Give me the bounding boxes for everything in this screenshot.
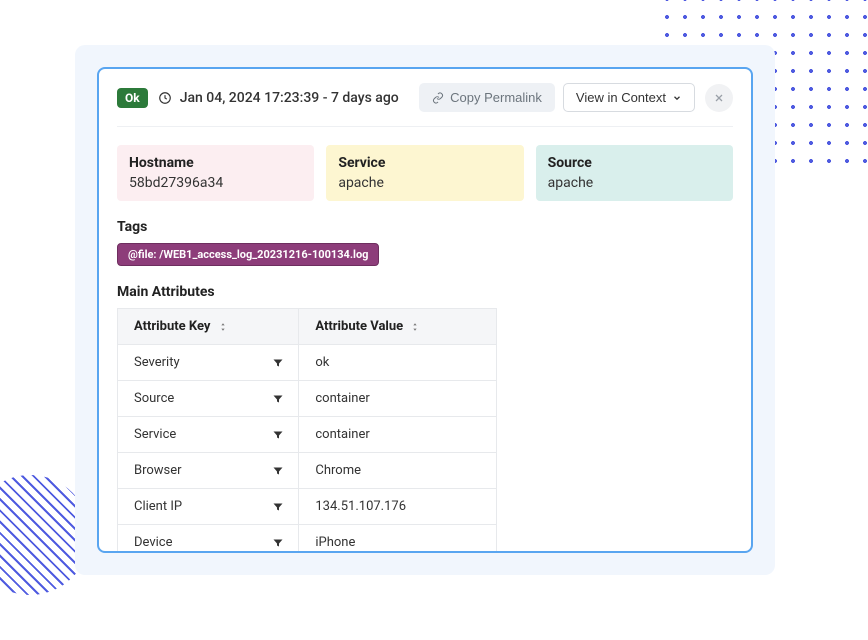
- attr-value: Chrome: [315, 463, 361, 478]
- filter-icon[interactable]: [272, 537, 284, 549]
- status-badge: Ok: [117, 88, 148, 108]
- col-value-label: Attribute Value: [315, 319, 403, 334]
- source-value: apache: [548, 175, 721, 191]
- hostname-label: Hostname: [129, 155, 302, 171]
- link-icon: [432, 92, 444, 104]
- source-card: Source apache: [536, 145, 733, 201]
- close-button[interactable]: [705, 84, 733, 112]
- copy-permalink-button[interactable]: Copy Permalink: [419, 83, 555, 112]
- filter-icon[interactable]: [272, 429, 284, 441]
- attr-value: ok: [315, 355, 329, 370]
- table-row: Client IP 134.51.107.176: [118, 489, 497, 525]
- view-in-context-button[interactable]: View in Context: [563, 83, 695, 112]
- tags-title: Tags: [117, 219, 733, 235]
- view-in-context-label: View in Context: [576, 90, 666, 105]
- attr-key: Client IP: [134, 499, 182, 514]
- table-row: Source container: [118, 381, 497, 417]
- clock-icon: [158, 91, 172, 105]
- attr-key-cell: Client IP: [118, 489, 299, 525]
- table-header-row: Attribute Key Attribute Value: [118, 309, 497, 345]
- sort-icon: [410, 321, 420, 333]
- attr-value-cell: container: [299, 417, 497, 453]
- attr-value: container: [315, 427, 369, 442]
- attr-value-cell: ok: [299, 345, 497, 381]
- attr-key-cell: Source: [118, 381, 299, 417]
- timestamp-text: Jan 04, 2024 17:23:39 - 7 days ago: [180, 90, 411, 106]
- attr-value-cell: iPhone: [299, 525, 497, 554]
- attr-key: Browser: [134, 463, 182, 478]
- service-card: Service apache: [326, 145, 523, 201]
- attr-value: iPhone: [315, 535, 355, 550]
- attr-key: Severity: [134, 355, 180, 370]
- hostname-card: Hostname 58bd27396a34: [117, 145, 314, 201]
- attr-value: 134.51.107.176: [315, 499, 406, 514]
- service-label: Service: [338, 155, 511, 171]
- col-attribute-key[interactable]: Attribute Key: [118, 309, 299, 345]
- attr-value-cell: Chrome: [299, 453, 497, 489]
- attr-key-cell: Browser: [118, 453, 299, 489]
- table-row: Service container: [118, 417, 497, 453]
- chevron-down-icon: [672, 93, 682, 103]
- attr-key: Device: [134, 535, 173, 550]
- table-row: Severity ok: [118, 345, 497, 381]
- attr-value: container: [315, 391, 369, 406]
- main-attributes-title: Main Attributes: [117, 284, 733, 300]
- filter-icon[interactable]: [272, 465, 284, 477]
- log-detail-card: Ok Jan 04, 2024 17:23:39 - 7 days ago Co…: [97, 67, 753, 553]
- attr-key: Source: [134, 391, 174, 406]
- table-row: Device iPhone: [118, 525, 497, 554]
- attr-key-cell: Device: [118, 525, 299, 554]
- attr-key-cell: Severity: [118, 345, 299, 381]
- table-row: Browser Chrome: [118, 453, 497, 489]
- card-header: Ok Jan 04, 2024 17:23:39 - 7 days ago Co…: [117, 83, 733, 127]
- attr-key-cell: Service: [118, 417, 299, 453]
- tag-pill-file[interactable]: @file: /WEB1_access_log_20231216-100134.…: [117, 243, 379, 266]
- source-label: Source: [548, 155, 721, 171]
- sort-icon: [218, 321, 228, 333]
- attr-value-cell: container: [299, 381, 497, 417]
- attr-value-cell: 134.51.107.176: [299, 489, 497, 525]
- hostname-value: 58bd27396a34: [129, 175, 302, 191]
- filter-icon[interactable]: [272, 393, 284, 405]
- service-value: apache: [338, 175, 511, 191]
- info-cards-row: Hostname 58bd27396a34 Service apache Sou…: [117, 145, 733, 201]
- attributes-table: Attribute Key Attribute Value Severity ok…: [117, 308, 497, 553]
- panel-outer: Ok Jan 04, 2024 17:23:39 - 7 days ago Co…: [75, 45, 775, 575]
- close-icon: [713, 92, 725, 104]
- filter-icon[interactable]: [272, 501, 284, 513]
- col-key-label: Attribute Key: [134, 319, 210, 334]
- copy-permalink-label: Copy Permalink: [450, 90, 542, 105]
- attr-key: Service: [134, 427, 176, 442]
- col-attribute-value[interactable]: Attribute Value: [299, 309, 497, 345]
- filter-icon[interactable]: [272, 357, 284, 369]
